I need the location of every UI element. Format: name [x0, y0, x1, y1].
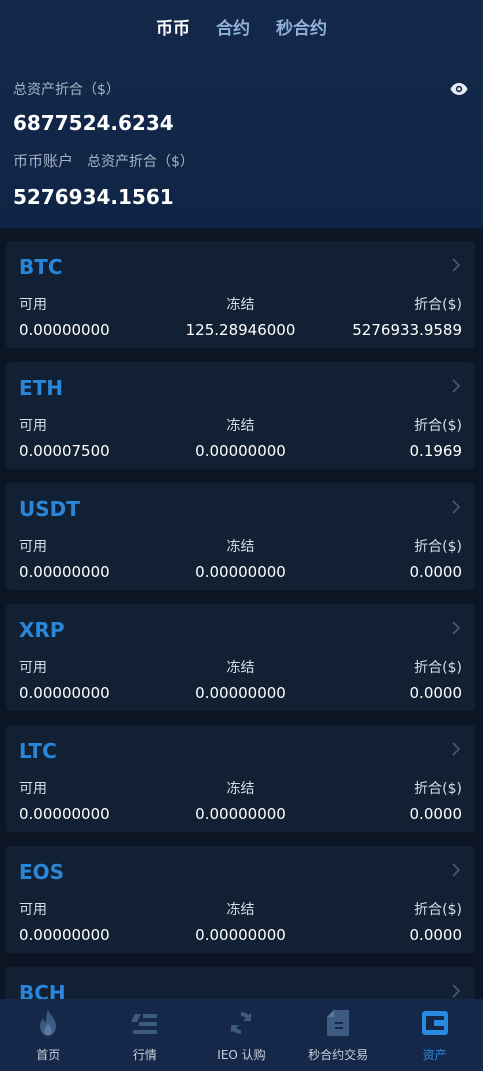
account-tabs: 币币 合约 秒合约 [0, 0, 483, 52]
tab-second-contract[interactable]: 秒合约 [276, 14, 327, 39]
chevron-right-icon [451, 983, 461, 999]
frozen-value: 0.00000000 [195, 563, 286, 581]
available-label: 可用 [19, 902, 47, 918]
chevron-right-icon [451, 862, 461, 878]
nav-label: IEO 认购 [217, 1048, 266, 1062]
frozen-value: 0.00000000 [195, 442, 286, 460]
converted-label: 折合($) [414, 539, 463, 555]
flame-icon [34, 1009, 62, 1037]
account-total-label: 总资产折合（$） [87, 154, 194, 170]
frozen-label: 冻结 [226, 902, 255, 918]
available-label: 可用 [19, 660, 47, 676]
tab-spot[interactable]: 币币 [156, 14, 190, 39]
available-value: 0.00000000 [19, 563, 110, 581]
document-icon [324, 1009, 352, 1037]
asset-symbol: ETH [19, 376, 64, 400]
converted-value: 0.0000 [409, 805, 463, 823]
frozen-label: 冻结 [226, 297, 255, 313]
asset-card[interactable]: EOS 可用 冻结 折合($) 0.00000000 0.00000000 0.… [6, 846, 475, 953]
frozen-label: 冻结 [226, 660, 255, 676]
nav-second-contract-trade[interactable]: 秒合约交易 [290, 1009, 386, 1063]
available-label: 可用 [19, 297, 47, 313]
market-icon [130, 1009, 159, 1037]
available-value: 0.00007500 [19, 442, 110, 460]
available-label: 可用 [19, 418, 47, 434]
available-value: 0.00000000 [19, 926, 110, 944]
frozen-value: 0.00000000 [195, 926, 286, 944]
bottom-nav: 首页 行情 IEO 认购 秒合约交易 资产 [0, 999, 483, 1071]
total-assets-label: 总资产折合（$） [13, 82, 120, 98]
nav-label: 资产 [422, 1048, 447, 1062]
eye-icon[interactable] [450, 83, 468, 95]
converted-label: 折合($) [414, 297, 463, 313]
chevron-right-icon [451, 499, 461, 515]
converted-value: 0.0000 [409, 563, 463, 581]
frozen-value: 0.00000000 [195, 684, 286, 702]
nav-label: 首页 [36, 1048, 61, 1062]
nav-label: 行情 [132, 1048, 157, 1062]
tab-contract[interactable]: 合约 [216, 14, 250, 39]
wallet-icon [421, 1009, 449, 1037]
frozen-label: 冻结 [226, 781, 255, 797]
converted-label: 折合($) [414, 781, 463, 797]
asset-symbol: USDT [19, 497, 80, 521]
chevron-right-icon [451, 257, 461, 273]
converted-label: 折合($) [414, 418, 463, 434]
converted-value: 0.0000 [409, 684, 463, 702]
nav-label: 秒合约交易 [308, 1048, 369, 1062]
chevron-right-icon [451, 741, 461, 757]
converted-label: 折合($) [414, 660, 463, 676]
asset-symbol: BTC [19, 255, 63, 279]
chevron-right-icon [451, 620, 461, 636]
frozen-value: 0.00000000 [195, 805, 286, 823]
refresh-icon [227, 1009, 255, 1037]
asset-card[interactable]: XRP 可用 冻结 折合($) 0.00000000 0.00000000 0.… [6, 604, 475, 711]
account-label: 币币账户 [13, 152, 74, 170]
asset-card[interactable]: USDT 可用 冻结 折合($) 0.00000000 0.00000000 0… [6, 483, 475, 590]
nav-ieo[interactable]: IEO 认购 [193, 1009, 289, 1063]
frozen-label: 冻结 [226, 539, 255, 555]
available-value: 0.00000000 [19, 805, 110, 823]
asset-card[interactable]: BTC 可用 冻结 折合($) 0.00000000 125.28946000 … [6, 241, 475, 348]
available-label: 可用 [19, 539, 47, 555]
asset-card[interactable]: LTC 可用 冻结 折合($) 0.00000000 0.00000000 0.… [6, 725, 475, 832]
nav-assets[interactable]: 资产 [387, 1009, 483, 1063]
asset-card[interactable]: ETH 可用 冻结 折合($) 0.00007500 0.00000000 0.… [6, 362, 475, 469]
asset-summary: 总资产折合（$） 6877524.6234 币币账户 总资产折合（$） 5276… [0, 79, 483, 209]
available-label: 可用 [19, 781, 47, 797]
total-assets-value: 6877524.6234 [13, 111, 174, 135]
account-assets-value: 5276934.1561 [13, 185, 174, 209]
available-value: 0.00000000 [19, 684, 110, 702]
frozen-label: 冻结 [226, 418, 255, 434]
asset-symbol: XRP [19, 618, 65, 642]
asset-list: BTC 可用 冻结 折合($) 0.00000000 125.28946000 … [6, 241, 475, 1071]
converted-value: 0.1969 [409, 442, 463, 460]
frozen-value: 125.28946000 [185, 321, 296, 339]
converted-value: 5276933.9589 [352, 321, 463, 339]
assets-header: 币币 合约 秒合约 总资产折合（$） 6877524.6234 币币账户 总资产… [0, 0, 483, 228]
asset-symbol: EOS [19, 860, 65, 884]
nav-market[interactable]: 行情 [97, 1009, 193, 1063]
available-value: 0.00000000 [19, 321, 110, 339]
asset-symbol: LTC [19, 739, 57, 763]
nav-home[interactable]: 首页 [0, 1009, 96, 1063]
converted-label: 折合($) [414, 902, 463, 918]
chevron-right-icon [451, 378, 461, 394]
converted-value: 0.0000 [409, 926, 463, 944]
